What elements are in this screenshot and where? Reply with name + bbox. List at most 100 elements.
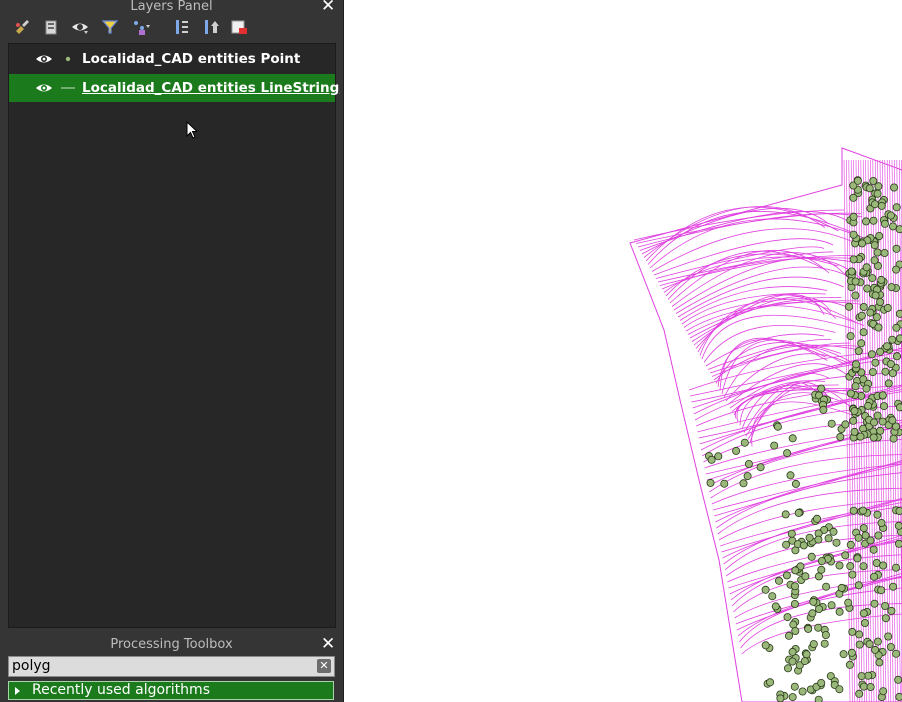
- point-feature: [854, 581, 863, 590]
- point-feature: [892, 563, 901, 572]
- toolbox-search-input[interactable]: polyg: [8, 656, 335, 677]
- point-feature: [887, 283, 896, 292]
- point-feature: [886, 359, 895, 368]
- clear-search-icon[interactable]: ✕: [317, 659, 331, 673]
- point-feature: [739, 479, 748, 488]
- processing-toolbox-title: Processing Toolbox: [110, 637, 233, 652]
- point-feature: [714, 452, 723, 461]
- point-feature: [791, 627, 800, 636]
- point-feature: [814, 535, 823, 544]
- point-feature: [835, 607, 844, 616]
- filter-legend-icon[interactable]: [100, 17, 120, 37]
- point-feature: [889, 434, 898, 443]
- point-layer-render: [704, 176, 902, 702]
- point-feature: [880, 248, 889, 257]
- layers-panel-close-icon[interactable]: ✕: [321, 0, 335, 15]
- point-feature: [732, 446, 741, 455]
- point-feature: [881, 367, 890, 376]
- point-feature: [832, 538, 841, 547]
- expand-all-icon[interactable]: [172, 17, 192, 37]
- point-feature: [859, 682, 868, 691]
- point-feature: [790, 600, 799, 609]
- point-feature: [895, 309, 902, 318]
- point-feature: [865, 640, 874, 649]
- point-feature: [871, 358, 880, 367]
- point-feature: [859, 609, 868, 618]
- point-feature: [877, 586, 886, 595]
- point-feature: [851, 382, 860, 391]
- point-feature: [807, 552, 816, 561]
- point-feature: [866, 683, 875, 692]
- point-feature: [883, 342, 892, 351]
- point-feature: [817, 557, 826, 566]
- point-feature: [794, 508, 803, 517]
- map-rendering: [629, 147, 902, 702]
- point-feature: [812, 514, 821, 523]
- point-feature: [849, 416, 858, 425]
- point-feature: [850, 427, 859, 436]
- collapse-all-icon[interactable]: [201, 17, 221, 37]
- layer-item-linestring[interactable]: Localidad_CAD entities LineString: [9, 74, 339, 102]
- point-feature: [892, 323, 901, 332]
- point-feature: [847, 648, 856, 657]
- processing-toolbox-close-icon[interactable]: ✕: [321, 636, 335, 653]
- point-feature: [884, 379, 893, 388]
- algorithm-group-label: Recently used algorithms: [32, 682, 210, 698]
- point-feature: [841, 420, 850, 429]
- point-feature: [875, 231, 884, 240]
- point-feature: [877, 275, 886, 284]
- point-feature: [774, 576, 783, 585]
- point-feature: [869, 545, 878, 554]
- point-feature: [851, 277, 860, 286]
- point-feature: [862, 384, 871, 393]
- point-feature: [895, 692, 902, 701]
- expand-arrow-icon[interactable]: [15, 687, 20, 695]
- point-feature: [880, 402, 889, 411]
- point-feature: [827, 419, 836, 428]
- layers-panel-title: Layers Panel: [130, 0, 213, 14]
- point-feature: [871, 291, 880, 300]
- manage-visibility-icon[interactable]: [70, 17, 90, 37]
- point-feature: [744, 459, 753, 468]
- visibility-eye-icon[interactable]: [35, 81, 53, 95]
- point-feature: [766, 678, 775, 687]
- point-feature: [855, 640, 864, 649]
- visibility-eye-icon[interactable]: [35, 52, 53, 66]
- point-feature: [862, 263, 871, 272]
- point-feature: [858, 239, 867, 248]
- point-feature: [876, 297, 885, 306]
- point-feature: [851, 360, 860, 369]
- style-brush-icon[interactable]: [12, 17, 32, 37]
- point-feature: [872, 313, 881, 322]
- point-feature: [873, 248, 882, 257]
- point-feature: [871, 645, 880, 654]
- algorithm-group-recently-used[interactable]: Recently used algorithms: [8, 681, 334, 700]
- map-canvas[interactable]: [344, 0, 902, 702]
- layers-toolbar: [12, 17, 252, 37]
- point-feature: [873, 510, 882, 519]
- point-feature: [895, 403, 902, 412]
- point-feature: [888, 335, 897, 344]
- point-feature: [814, 572, 823, 581]
- point-feature: [854, 346, 863, 355]
- point-feature: [886, 643, 895, 652]
- point-feature: [849, 230, 858, 239]
- point-feature: [870, 256, 879, 265]
- point-feature: [798, 687, 807, 696]
- point-feature: [851, 291, 860, 300]
- point-feature: [761, 641, 770, 650]
- point-feature: [892, 265, 901, 274]
- point-feature: [788, 647, 797, 656]
- filter-expression-icon[interactable]: [130, 17, 150, 37]
- remove-layer-icon[interactable]: [229, 17, 249, 37]
- layer-item-point[interactable]: Localidad_CAD entities Point: [9, 45, 335, 73]
- point-feature: [874, 323, 883, 332]
- point-feature: [859, 506, 868, 515]
- point-feature: [884, 632, 893, 641]
- point-feature: [846, 332, 855, 341]
- layer-tree: Localidad_CAD entities Point Localidad_C…: [8, 43, 339, 628]
- point-feature: [864, 671, 873, 680]
- point-feature: [841, 551, 850, 560]
- point-feature: [770, 441, 779, 450]
- add-group-icon[interactable]: [41, 17, 61, 37]
